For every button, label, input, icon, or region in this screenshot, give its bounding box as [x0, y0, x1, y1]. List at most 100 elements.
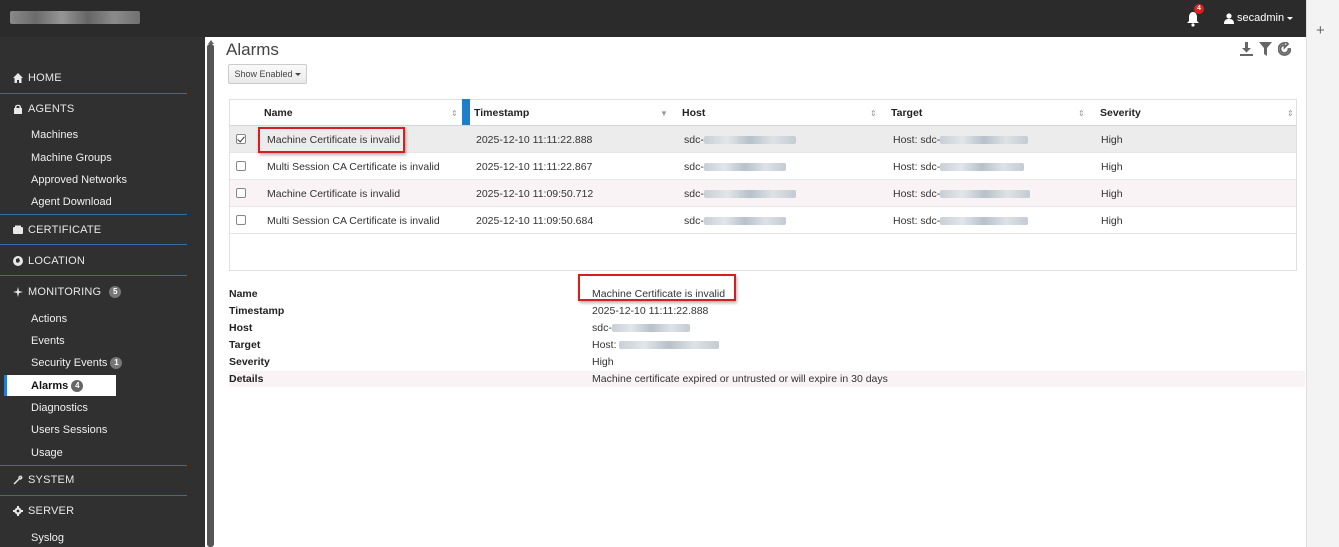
highlight-annotation — [578, 274, 736, 301]
gear-icon — [13, 506, 23, 516]
right-strip — [1306, 0, 1339, 547]
sort-icon[interactable]: ⇕ — [1287, 109, 1294, 118]
alarms-count-badge: 4 — [71, 380, 84, 392]
sidebar-item-security-events[interactable]: Security Events 1 — [31, 357, 123, 369]
detail-label: Timestamp — [229, 305, 285, 317]
sidebar-label-agents: AGENTS — [28, 103, 75, 115]
cell-timestamp: 2025-12-10 11:09:50.684 — [476, 215, 594, 227]
redacted-text — [940, 136, 1029, 144]
home-icon — [13, 73, 23, 83]
column-header-timestamp[interactable]: Timestamp — [474, 107, 529, 119]
row-checkbox[interactable] — [236, 161, 246, 171]
active-indicator — [4, 375, 7, 396]
row-checkbox[interactable] — [236, 215, 246, 225]
show-enabled-dropdown[interactable]: Show Enabled — [228, 64, 307, 84]
page-title: Alarms — [226, 40, 279, 59]
cell-target: Host: sdc- — [893, 134, 1029, 146]
plus-icon[interactable]: + — [1316, 22, 1325, 39]
download-icon[interactable] — [1240, 42, 1253, 56]
sidebar-item-machines[interactable]: Machines — [31, 129, 78, 141]
sidebar-item-events[interactable]: Events — [31, 335, 65, 347]
row-checkbox[interactable] — [236, 134, 246, 144]
divider — [0, 465, 187, 466]
sort-desc-icon[interactable]: ▼ — [660, 109, 668, 118]
sidebar-item-alarms[interactable]: Alarms 4 — [31, 380, 84, 392]
column-header-target[interactable]: Target — [891, 107, 922, 119]
user-menu[interactable]: secadmin — [1224, 12, 1294, 24]
monitoring-count-badge: 5 — [109, 286, 122, 298]
sidebar-item-users-sessions[interactable]: Users Sessions — [31, 424, 107, 436]
divider — [0, 495, 187, 496]
redacted-text — [703, 217, 786, 225]
chevron-down-icon — [294, 72, 301, 76]
row-checkbox[interactable] — [236, 188, 246, 198]
lock-icon — [14, 104, 22, 114]
column-header-name[interactable]: Name — [264, 107, 293, 119]
detail-label: Name — [229, 288, 258, 300]
detail-row: Host sdc- — [229, 320, 1305, 336]
sidebar-item-approved-networks[interactable]: Approved Networks — [31, 174, 127, 186]
sidebar-label-location: LOCATION — [28, 255, 86, 267]
column-resize-handle[interactable] — [462, 99, 470, 125]
cell-name: Machine Certificate is invalid — [267, 188, 401, 200]
sort-icon[interactable]: ⇕ — [870, 109, 877, 118]
cell-severity: High — [1101, 188, 1123, 200]
sidebar-item-location[interactable]: LOCATION — [13, 255, 85, 267]
target-text: Host: sdc- — [893, 134, 941, 146]
alarms-table: Name ⇕ Timestamp ▼ Host ⇕ Target ⇕ Sever… — [229, 99, 1297, 271]
target-text: Host: sdc- — [893, 161, 941, 173]
sidebar-item-diagnostics[interactable]: Diagnostics — [31, 402, 88, 414]
sidebar-item-machine-groups[interactable]: Machine Groups — [31, 152, 112, 164]
detail-severity-value: High — [592, 356, 614, 368]
sidebar-item-certificate[interactable]: CERTIFICATE — [13, 224, 101, 236]
cell-host: sdc- — [684, 215, 786, 227]
table-row[interactable]: Machine Certificate is invalid 2025-12-1… — [230, 180, 1296, 207]
sort-icon[interactable]: ⇕ — [451, 109, 458, 118]
sidebar-item-agent-download[interactable]: Agent Download — [31, 196, 112, 208]
monitoring-icon — [13, 287, 23, 297]
refresh-icon[interactable] — [1278, 42, 1291, 56]
column-header-host[interactable]: Host — [682, 107, 705, 119]
detail-row: Target Host: — [229, 337, 1305, 353]
sidebar-item-server[interactable]: SERVER — [13, 505, 74, 517]
host-text: sdc- — [592, 322, 612, 334]
brand-logo-blurred[interactable] — [10, 11, 140, 24]
security-events-label: Security Events — [31, 357, 108, 369]
sidebar-item-syslog[interactable]: Syslog — [31, 532, 64, 544]
alarms-label: Alarms — [31, 380, 69, 392]
column-header-severity[interactable]: Severity — [1100, 107, 1141, 119]
cell-timestamp: 2025-12-10 11:11:22.888 — [476, 134, 593, 146]
cell-host: sdc- — [684, 134, 796, 146]
redacted-text — [703, 163, 786, 171]
table-row[interactable]: Multi Session CA Certificate is invalid … — [230, 207, 1296, 234]
sidebar-item-usage[interactable]: Usage — [31, 447, 63, 459]
toolbar — [1240, 42, 1291, 56]
app-window: 4 secadmin + HOME AGENTS Machines Machin… — [0, 0, 1339, 547]
divider — [0, 275, 187, 276]
detail-label: Target — [229, 339, 261, 351]
sidebar-item-system[interactable]: SYSTEM — [13, 474, 74, 486]
cell-host: sdc- — [684, 188, 796, 200]
redacted-text — [703, 136, 796, 144]
detail-details-value: Machine certificate expired or untrusted… — [592, 373, 888, 385]
sidebar-item-actions[interactable]: Actions — [31, 313, 67, 325]
filter-icon[interactable] — [1259, 42, 1272, 56]
sidebar-item-monitoring[interactable]: MONITORING 5 — [13, 286, 122, 298]
divider — [0, 93, 187, 94]
sidebar-item-agents[interactable]: AGENTS — [13, 103, 74, 115]
target-text: Host: sdc- — [893, 188, 941, 200]
sidebar-item-home[interactable]: HOME — [13, 72, 62, 84]
username: secadmin — [1237, 12, 1285, 24]
sidebar-label-home: HOME — [28, 72, 62, 84]
cell-timestamp: 2025-12-10 11:11:22.867 — [476, 161, 593, 173]
table-row[interactable]: Multi Session CA Certificate is invalid … — [230, 153, 1296, 180]
highlight-annotation — [258, 127, 405, 153]
detail-row: Severity High — [229, 354, 1305, 370]
sidebar-scrollbar[interactable] — [207, 44, 214, 547]
globe-icon — [13, 256, 23, 266]
redacted-text — [611, 324, 690, 332]
cell-severity: High — [1101, 161, 1123, 173]
sidebar-label-server: SERVER — [28, 505, 75, 517]
redacted-text — [940, 217, 1029, 225]
sort-icon[interactable]: ⇕ — [1078, 109, 1085, 118]
